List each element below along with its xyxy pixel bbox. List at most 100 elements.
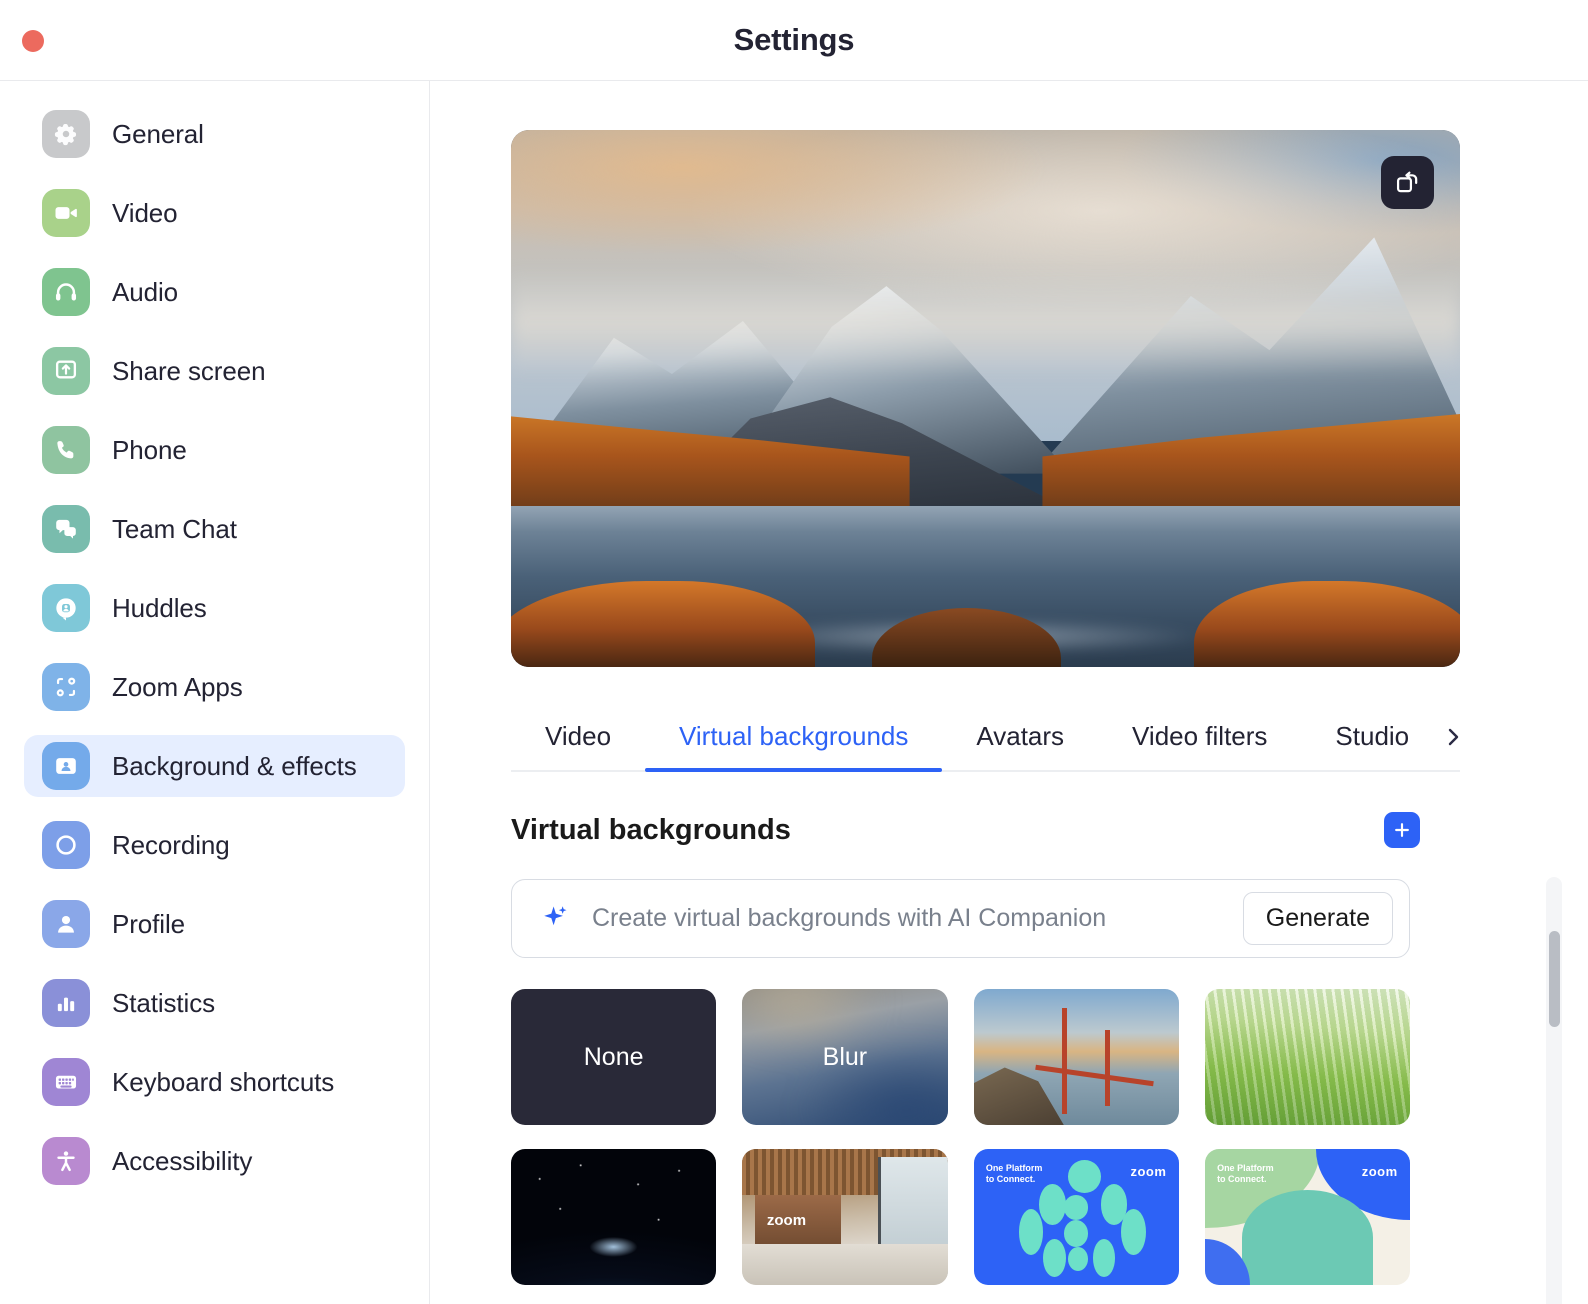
settings-sidebar: General Video Audio Share screen Phone Team C… bbox=[0, 81, 430, 1304]
tab-avatars[interactable]: Avatars bbox=[942, 715, 1098, 770]
bridge-deck bbox=[1035, 1065, 1154, 1087]
sidebar-item-team-chat[interactable]: Team Chat bbox=[24, 498, 405, 560]
background-caption: Blur bbox=[822, 1042, 868, 1071]
sidebar-item-zoom-apps[interactable]: Zoom Apps bbox=[24, 656, 405, 718]
add-background-button[interactable] bbox=[1384, 812, 1420, 848]
sidebar-item-huddles[interactable]: Huddles bbox=[24, 577, 405, 639]
close-window-button[interactable] bbox=[22, 30, 44, 52]
sidebar-item-video[interactable]: Video bbox=[24, 182, 405, 244]
settings-tabs: Video Virtual backgrounds Avatars Video fil… bbox=[511, 715, 1460, 772]
mirror-icon bbox=[1396, 171, 1417, 192]
sidebar-item-label: Statistics bbox=[112, 987, 216, 1018]
gear-icon bbox=[42, 110, 90, 158]
ai-prompt-input[interactable]: Create virtual backgrounds with AI Compa… bbox=[592, 904, 1223, 933]
background-thumbnail[interactable] bbox=[1204, 989, 1410, 1125]
sidebar-item-phone[interactable]: Phone bbox=[24, 419, 405, 481]
sidebar-item-general[interactable]: General bbox=[24, 103, 405, 165]
sparkle-icon bbox=[544, 905, 567, 925]
window-titlebar: Settings bbox=[0, 0, 1588, 81]
tab-studio[interactable]: Studio bbox=[1301, 715, 1443, 770]
chat-bubbles-icon bbox=[42, 505, 90, 553]
bar-chart-icon bbox=[42, 979, 90, 1027]
settings-main-panel: Video Virtual backgrounds Avatars Video fil… bbox=[430, 81, 1588, 1304]
bridge-tower bbox=[1061, 1008, 1067, 1115]
sidebar-item-statistics[interactable]: Statistics bbox=[24, 972, 405, 1034]
sidebar-item-recording[interactable]: Recording bbox=[24, 814, 405, 876]
plus-icon bbox=[1395, 823, 1409, 837]
mirror-video-button[interactable] bbox=[1381, 156, 1434, 209]
share-screen-icon bbox=[42, 347, 90, 395]
background-thumbnail[interactable]: None bbox=[511, 989, 717, 1125]
ai-companion-bar[interactable]: Create virtual backgrounds with AI Compa… bbox=[511, 879, 1410, 958]
sidebar-item-label: Phone bbox=[112, 434, 187, 465]
sidebar-item-label: Audio bbox=[112, 276, 178, 307]
background-thumbnail[interactable] bbox=[973, 989, 1179, 1125]
tabs-container: Video Virtual backgrounds Avatars Video fil… bbox=[511, 715, 1460, 772]
pattern-blob bbox=[1121, 1208, 1146, 1256]
pattern-shape bbox=[1241, 1189, 1374, 1285]
person-icon bbox=[42, 900, 90, 948]
pattern-blob bbox=[1063, 1195, 1089, 1220]
pattern-blob bbox=[1092, 1238, 1116, 1277]
keyboard-icon bbox=[42, 1058, 90, 1106]
bridge-tower bbox=[1104, 1029, 1110, 1106]
zoom-apps-icon bbox=[42, 663, 90, 711]
sidebar-item-label: Share screen bbox=[112, 355, 266, 386]
video-preview[interactable] bbox=[511, 130, 1460, 667]
background-tagline: One Platform to Connect. bbox=[985, 1162, 1043, 1184]
sidebar-item-label: Huddles bbox=[112, 592, 207, 623]
pattern-blob bbox=[1063, 1219, 1089, 1247]
sidebar-item-share-screen[interactable]: Share screen bbox=[24, 340, 405, 402]
background-thumbnail[interactable]: One Platform to Connect. zoom bbox=[1204, 1149, 1410, 1285]
sidebar-item-keyboard-shortcuts[interactable]: Keyboard shortcuts bbox=[24, 1051, 405, 1113]
pattern-blob bbox=[1067, 1159, 1101, 1193]
sidebar-item-audio[interactable]: Audio bbox=[24, 261, 405, 323]
pattern-blob bbox=[1039, 1184, 1066, 1226]
sidebar-item-label: Profile bbox=[112, 908, 185, 939]
generate-button[interactable]: Generate bbox=[1242, 892, 1393, 945]
pattern-blob bbox=[1043, 1238, 1066, 1277]
chevron-right-icon bbox=[1448, 728, 1459, 746]
tab-virtual-backgrounds[interactable]: Virtual backgrounds bbox=[645, 715, 943, 772]
sidebar-item-background-effects[interactable]: Background & effects bbox=[24, 735, 405, 797]
zoom-wordmark: zoom bbox=[1130, 1163, 1167, 1179]
virtual-background-grid: None Blur zoom One Platform to Connect. zoom… bbox=[511, 989, 1410, 1304]
sidebar-item-label: Keyboard shortcuts bbox=[112, 1066, 335, 1097]
main-layout: General Video Audio Share screen Phone Team C… bbox=[0, 81, 1588, 1304]
zoom-wordmark: zoom bbox=[766, 1211, 807, 1229]
sidebar-item-label: Recording bbox=[112, 829, 230, 860]
background-thumbnail[interactable]: Blur bbox=[742, 989, 948, 1125]
content-scrollbar[interactable] bbox=[1546, 877, 1562, 1304]
pattern-blob bbox=[1067, 1246, 1089, 1272]
sidebar-item-label: Accessibility bbox=[112, 1145, 253, 1176]
video-camera-icon bbox=[42, 189, 90, 237]
sidebar-item-label: Team Chat bbox=[112, 513, 237, 544]
scrollbar-thumb[interactable] bbox=[1549, 931, 1560, 1027]
office-floor bbox=[742, 1244, 948, 1285]
tabs-next-chevron-icon[interactable] bbox=[1440, 724, 1466, 750]
sidebar-item-profile[interactable]: Profile bbox=[24, 893, 405, 955]
phone-icon bbox=[42, 426, 90, 474]
background-thumbnail[interactable]: zoom bbox=[742, 1149, 948, 1285]
background-effects-icon bbox=[42, 742, 90, 790]
sidebar-item-label: General bbox=[112, 118, 204, 149]
background-thumbnail[interactable]: One Platform to Connect. zoom bbox=[973, 1149, 1179, 1285]
background-thumbnail[interactable] bbox=[511, 1149, 717, 1285]
sidebar-item-label: Background & effects bbox=[112, 750, 357, 781]
sidebar-item-label: Video bbox=[112, 197, 178, 228]
page-title: Settings bbox=[733, 22, 855, 57]
preview-mist bbox=[511, 269, 1460, 377]
huddles-icon bbox=[42, 584, 90, 632]
sidebar-item-label: Zoom Apps bbox=[112, 671, 243, 702]
background-tagline: One Platform to Connect. bbox=[1217, 1162, 1274, 1184]
accessibility-icon bbox=[42, 1137, 90, 1185]
sidebar-item-accessibility[interactable]: Accessibility bbox=[24, 1130, 405, 1192]
zoom-wordmark: zoom bbox=[1361, 1163, 1398, 1179]
tab-video-filters[interactable]: Video filters bbox=[1098, 715, 1301, 770]
background-caption: None bbox=[583, 1042, 644, 1071]
headphones-icon bbox=[42, 268, 90, 316]
section-header: Virtual backgrounds bbox=[511, 812, 1420, 848]
recording-icon bbox=[42, 821, 90, 869]
pattern-blob bbox=[1018, 1208, 1044, 1256]
tab-video[interactable]: Video bbox=[511, 715, 645, 770]
